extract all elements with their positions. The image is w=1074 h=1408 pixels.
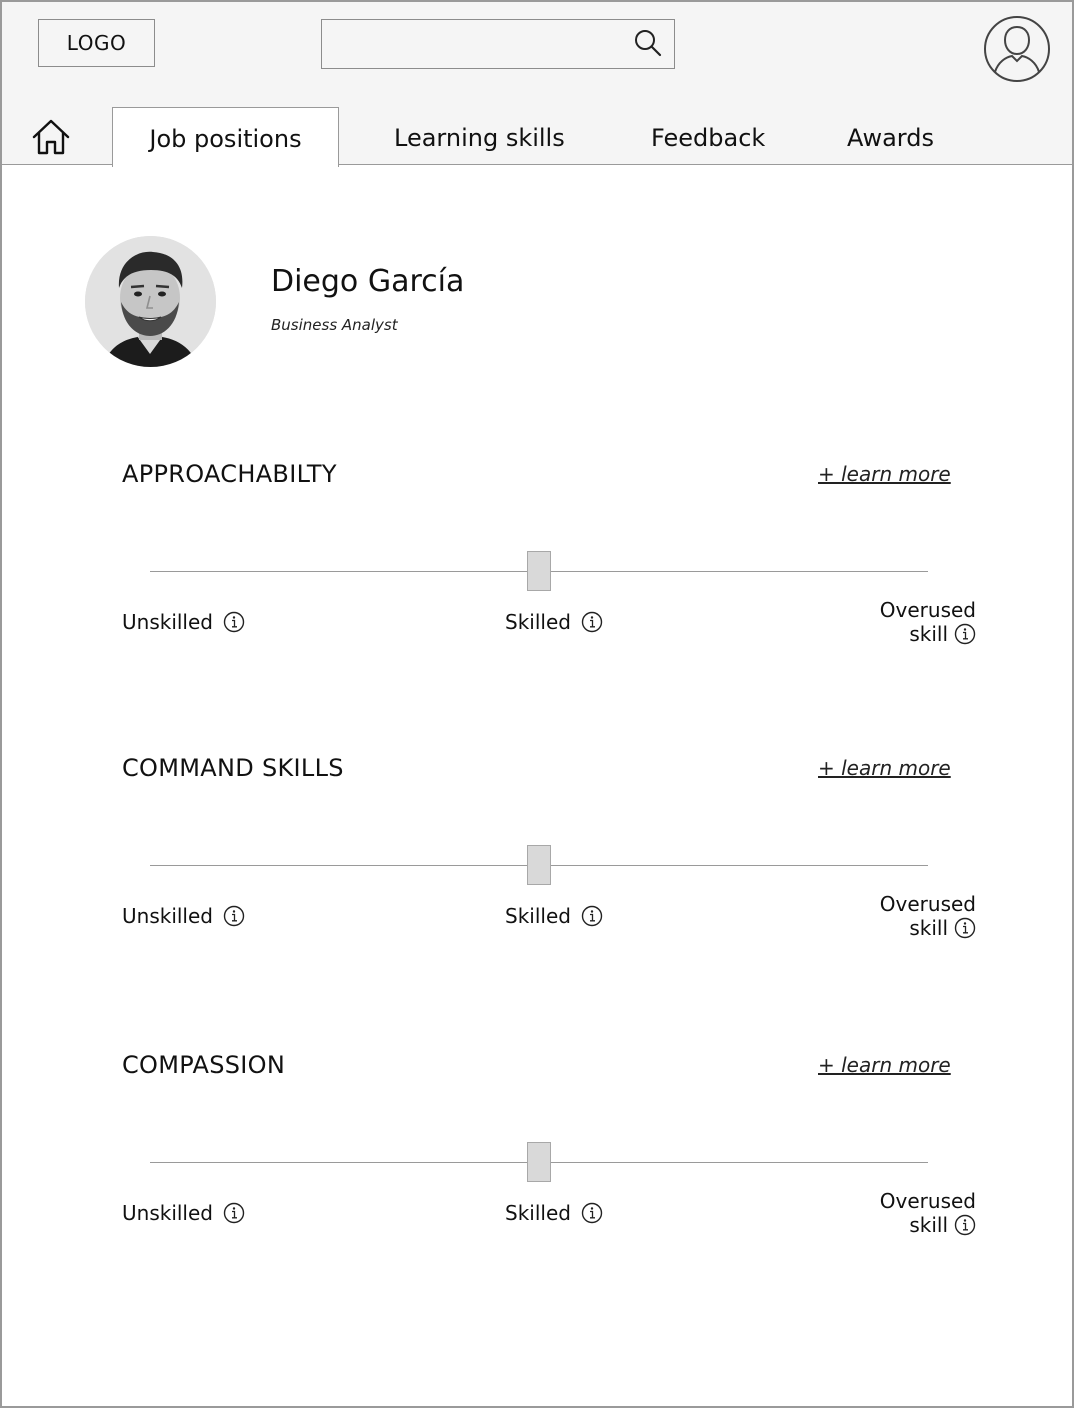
header: LOGO Job positions Learning skills Feedb… (2, 2, 1072, 167)
level-label: Overused (879, 892, 976, 916)
info-icon[interactable] (581, 905, 603, 927)
skill-title: APPROACHABILTY (122, 460, 337, 488)
skill-section: COMMAND SKILLS + learn more Unskilled Sk… (2, 754, 1072, 974)
level-label: skill (909, 916, 948, 940)
info-icon[interactable] (954, 917, 976, 939)
tab-job-positions[interactable]: Job positions (112, 107, 339, 167)
home-icon[interactable] (30, 116, 72, 158)
level-label: skill (909, 1213, 948, 1237)
skill-section: APPROACHABILTY + learn more Unskilled Sk… (2, 460, 1072, 680)
app-frame: LOGO Job positions Learning skills Feedb… (0, 0, 1074, 1408)
level-label: Unskilled (122, 904, 213, 928)
info-icon[interactable] (954, 1214, 976, 1236)
level-unskilled: Unskilled (122, 610, 245, 634)
level-unskilled: Unskilled (122, 1201, 245, 1225)
info-icon[interactable] (581, 611, 603, 633)
level-unskilled: Unskilled (122, 904, 245, 928)
level-label: Skilled (505, 610, 571, 634)
info-icon[interactable] (954, 623, 976, 645)
info-icon[interactable] (581, 1202, 603, 1224)
info-icon[interactable] (223, 905, 245, 927)
profile-photo (85, 236, 216, 367)
tab-awards[interactable]: Awards (847, 118, 934, 158)
search-input[interactable] (322, 20, 622, 68)
level-overused: Overused skill (852, 892, 976, 940)
learn-more-link[interactable]: + learn more (818, 756, 951, 780)
search-icon[interactable] (633, 28, 663, 58)
info-icon[interactable] (223, 1202, 245, 1224)
skill-slider-handle[interactable] (527, 845, 551, 885)
level-label: Overused (879, 1189, 976, 1213)
learn-more-link[interactable]: + learn more (818, 462, 951, 486)
learn-more-link[interactable]: + learn more (818, 1053, 951, 1077)
level-label: Unskilled (122, 1201, 213, 1225)
level-label: Unskilled (122, 610, 213, 634)
profile-photo-image (85, 236, 216, 367)
level-label: Skilled (505, 1201, 571, 1225)
skill-section: COMPASSION + learn more Unskilled Skille… (2, 1051, 1072, 1271)
level-label: Overused (879, 598, 976, 622)
level-overused: Overused skill (852, 1189, 976, 1237)
level-skilled: Skilled (505, 904, 603, 928)
tab-feedback[interactable]: Feedback (651, 118, 765, 158)
profile-role: Business Analyst (271, 316, 398, 334)
info-icon[interactable] (223, 611, 245, 633)
skill-slider-handle[interactable] (527, 551, 551, 591)
skill-title: COMPASSION (122, 1051, 286, 1079)
logo[interactable]: LOGO (38, 19, 155, 67)
level-label: Skilled (505, 904, 571, 928)
profile-name: Diego García (271, 264, 465, 299)
level-label: skill (909, 622, 948, 646)
search-box[interactable] (321, 19, 675, 69)
level-skilled: Skilled (505, 1201, 603, 1225)
level-overused: Overused skill (852, 598, 976, 646)
tab-learning-skills[interactable]: Learning skills (394, 118, 565, 158)
skill-slider-handle[interactable] (527, 1142, 551, 1182)
level-skilled: Skilled (505, 610, 603, 634)
skill-title: COMMAND SKILLS (122, 754, 344, 782)
user-icon[interactable] (982, 14, 1052, 84)
